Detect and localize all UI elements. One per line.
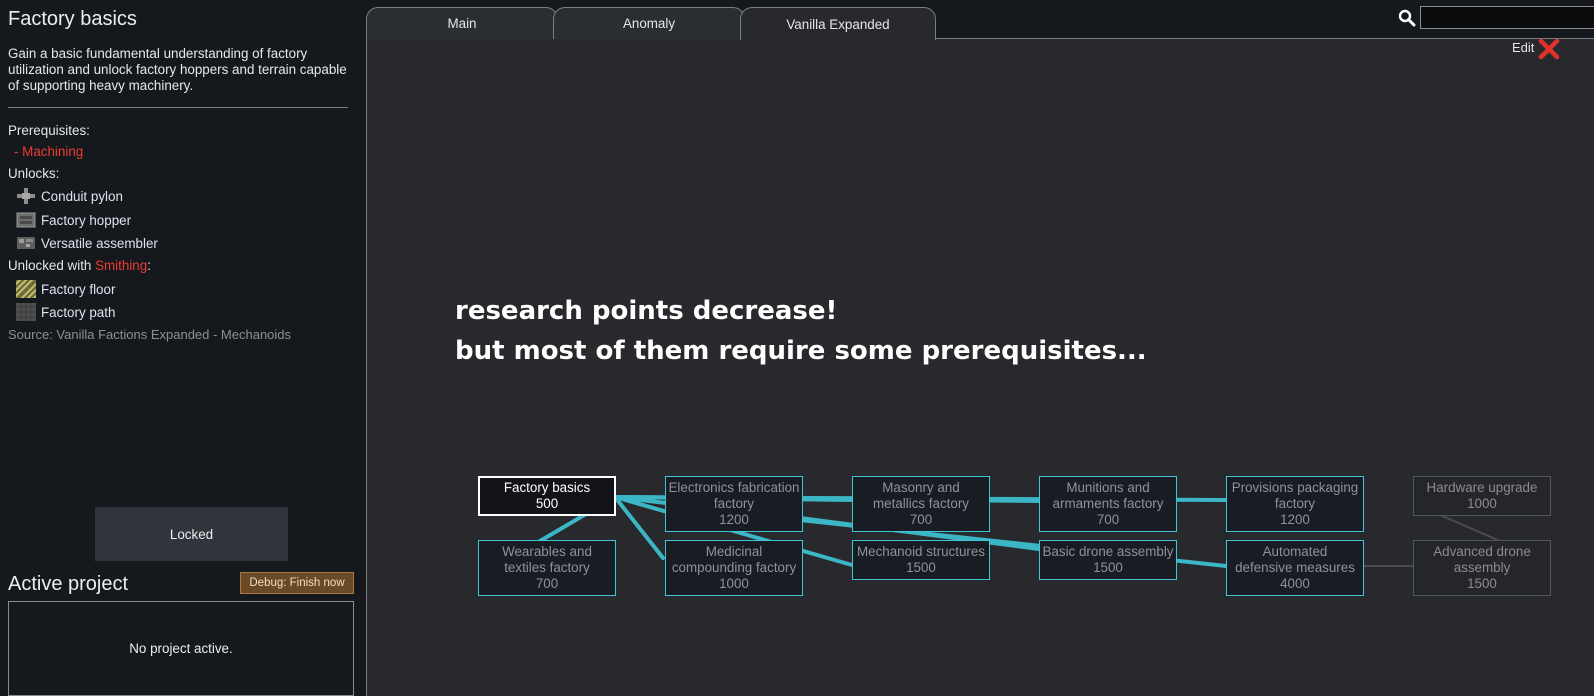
- node-cost: 1500: [1093, 560, 1123, 575]
- node-cost: 700: [535, 576, 559, 591]
- node-label: Munitions and armaments factory: [1052, 480, 1164, 511]
- link-line: [1439, 514, 1501, 542]
- node-label: Factory basics: [503, 480, 591, 495]
- link-line: [613, 495, 665, 560]
- node-label: Provisions packaging factory: [1231, 480, 1359, 511]
- node-cost: 1500: [1467, 576, 1497, 591]
- research-node-advanced-drone-assembly[interactable]: Advanced drone assembly 1500: [1413, 540, 1551, 596]
- tab-vanilla-expanded[interactable]: Vanilla Expanded: [740, 7, 936, 40]
- node-label: Hardware upgrade: [1426, 480, 1538, 495]
- node-label: Wearables and textiles factory: [502, 544, 592, 575]
- research-node-medicinal-compounding[interactable]: Medicinal compounding factory 1000: [665, 540, 803, 596]
- research-node-munitions-armaments[interactable]: Munitions and armaments factory 700: [1039, 476, 1177, 532]
- node-label: Masonry and metallics factory: [873, 480, 969, 511]
- node-cost: 1000: [719, 576, 749, 591]
- node-cost: 1500: [906, 560, 936, 575]
- node-cost: 1000: [1467, 496, 1497, 511]
- research-node-electronics-fabrication[interactable]: Electronics fabrication factory 1200: [665, 476, 803, 532]
- node-label: Advanced drone assembly: [1433, 544, 1531, 575]
- research-node-mechanoid-structures[interactable]: Mechanoid structures 1500: [852, 540, 990, 580]
- research-node-automated-defensive[interactable]: Automated defensive measures 4000: [1226, 540, 1364, 596]
- node-cost: 500: [535, 496, 559, 511]
- research-node-basic-drone-assembly[interactable]: Basic drone assembly 1500: [1039, 540, 1177, 580]
- node-label: Electronics fabrication factory: [668, 480, 800, 511]
- node-cost: 1200: [1280, 512, 1310, 527]
- node-label: Basic drone assembly: [1042, 544, 1174, 559]
- research-node-masonry-metallics[interactable]: Masonry and metallics factory 700: [852, 476, 990, 532]
- node-label: Medicinal compounding factory: [671, 544, 797, 575]
- tab-label: Vanilla Expanded: [786, 16, 890, 32]
- research-node-factory-basics[interactable]: Factory basics 500: [478, 476, 616, 516]
- node-label: Mechanoid structures: [856, 544, 985, 559]
- node-cost: 700: [1096, 512, 1120, 527]
- research-node-hardware-upgrade[interactable]: Hardware upgrade 1000: [1413, 476, 1551, 516]
- node-cost: 700: [909, 512, 933, 527]
- node-cost: 4000: [1280, 576, 1310, 591]
- research-node-provisions-packaging[interactable]: Provisions packaging factory 1200: [1226, 476, 1364, 532]
- node-label: Automated defensive measures: [1235, 544, 1355, 575]
- node-cost: 1200: [719, 512, 749, 527]
- research-node-wearables-textiles[interactable]: Wearables and textiles factory 700: [478, 540, 616, 596]
